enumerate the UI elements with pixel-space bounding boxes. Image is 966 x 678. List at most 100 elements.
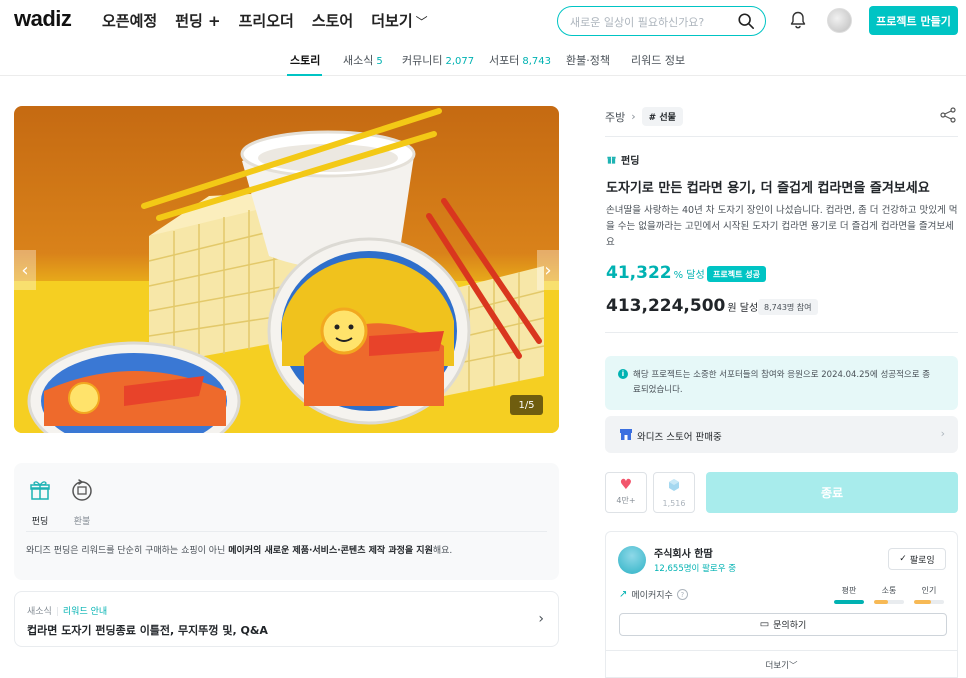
hero-next-button[interactable]: › [537,250,559,290]
news-category: 리워드 안내 [62,607,108,617]
tab-refund-policy[interactable]: 환불·정책 [566,52,610,68]
store-link[interactable]: 와디즈 스토어 판매중 › [605,416,958,453]
tab-news[interactable]: 새소식 5 [343,52,383,68]
inquiry-label: 문의하기 [773,621,807,631]
funding-desc-prefix: 와디즈 펀딩은 리워드를 단순히 구매하는 쇼핑이 아닌 [26,546,229,556]
divider [605,136,958,137]
refund-info-item[interactable]: 환불 [62,478,102,527]
trend-up-icon: ↗ [619,589,628,600]
share-count: 1,516 [662,499,686,508]
store-text: 와디즈 스토어 판매중 [637,432,722,443]
tab-supporters-label: 서포터 [489,54,520,67]
maker-name[interactable]: 주식회사 한땀 [654,545,713,560]
project-description: 손녀딸을 사랑하는 40년 차 도자기 장인이 나섰습니다. 컵라면, 좀 더 … [606,205,958,248]
store-icon [620,429,632,440]
nav-item-preorder[interactable]: 프리오더 [239,10,294,31]
metric-communication: 소통 [874,585,904,604]
nav-more-label: 더보기 [371,12,413,30]
funding-desc-suffix: 해요. [432,546,453,556]
nav-item-open-upcoming[interactable]: 오픈예정 [102,10,157,31]
metric-reputation: 평판 [834,585,864,604]
following-button[interactable]: ✓ 팔로잉 [888,548,946,570]
info-divider [26,531,547,532]
percent-value: 41,322 [606,263,672,283]
refund-icon [72,479,92,501]
share-icon[interactable] [940,107,956,123]
nav-item-store[interactable]: 스토어 [312,10,353,31]
divider [605,332,958,333]
amount-value: 413,224,500 [606,296,726,316]
maker-index: ↗ 메이커지수 ? [619,588,688,601]
metric-fill [834,600,864,604]
tab-community-label: 커뮤니티 [402,54,443,67]
refund-info-label: 환불 [73,517,91,527]
news-tag: 새소식 [27,607,52,617]
metric-popularity: 인기 [914,585,944,604]
metric-fill [914,600,931,604]
like-button[interactable]: ♥ 4만+ [605,472,647,513]
metric-bar [914,600,944,604]
chat-icon: ▭ [759,619,770,630]
chevron-right-icon: › [538,611,544,627]
create-project-button[interactable]: 프로젝트 만들기 [869,6,958,35]
maker-avatar[interactable] [618,546,646,574]
project-hero-image[interactable]: ‹ › [14,106,559,433]
funding-description: 와디즈 펀딩은 리워드를 단순히 구매하는 쇼핑이 아닌 메이커의 새로운 제품… [26,543,452,556]
funding-info-item[interactable]: 펀딩 [20,478,60,527]
percent-unit: % 달성 [673,270,705,281]
bell-icon[interactable] [788,10,808,30]
share-box-icon [669,479,679,491]
gift-icon [30,481,50,500]
tab-community[interactable]: 커뮤니티 2,077 [402,52,474,68]
news-card[interactable]: 새소식 | 리워드 안내 컵라면 도자기 펀딩종료 이틀전, 무지뚜껑 및, Q&A… [14,591,559,647]
tab-community-count: 2,077 [445,56,475,67]
share-button[interactable]: 1,516 [653,472,695,513]
funding-desc-bold: 메이커의 새로운 제품·서비스·콘텐츠 제작 과정을 지원 [228,546,433,556]
search-box[interactable]: 새로운 일상이 필요하신가요? [557,6,766,36]
metric-label: 소통 [881,586,897,595]
maker-index-label: 메이커지수 [631,591,673,601]
chevron-down-icon: ﹀ [788,661,798,671]
metric-label: 평판 [841,586,857,595]
tab-supporters[interactable]: 서포터 8,743 [489,52,551,68]
tab-reward-info[interactable]: 리워드 정보 [631,52,685,68]
image-counter: 1/5 [510,395,543,415]
success-notice: i 해당 프로젝트는 소중한 서포터들의 참여와 응원으로 2024.04.25… [605,356,958,410]
more-label: 더보기 [765,661,789,671]
tab-story[interactable]: 스토리 [290,52,320,68]
hero-prev-button[interactable]: ‹ [14,250,36,290]
divider [606,650,957,651]
maker-followers: 12,655명이 팔로우 중 [654,564,737,574]
nav-item-funding[interactable]: 펀딩 + [175,10,220,31]
hero-illustration [14,108,559,433]
project-title: 도자기로 만든 컵라면 용기, 더 즐겁게 컵라면을 즐겨보세요 [606,181,930,196]
search-placeholder: 새로운 일상이 필요하신가요? [570,16,705,29]
breadcrumb-category[interactable]: 주방 [605,109,625,125]
funding-info-label: 펀딩 [31,517,49,527]
more-button[interactable]: 더보기﹀ [606,659,957,671]
inquiry-button[interactable]: ▭ 문의하기 [619,613,947,636]
funded-amount: 413,224,500 원 달성 [606,296,758,316]
news-tag-separator: | [55,607,59,617]
success-badge: 프로젝트 성공 [707,266,766,282]
heart-icon: ♥ [619,477,633,493]
ended-button[interactable]: 종료 [706,472,958,513]
amount-unit: 원 달성 [727,303,759,314]
nav-item-more[interactable]: 더보기 ﹀ [371,10,427,31]
info-icon: i [618,369,628,379]
supporters-badge: 8,743명 참여 [758,299,818,315]
chevron-right-icon: › [544,259,552,281]
breadcrumb-tag[interactable]: # 선물 [641,107,683,126]
news-title: 컵라면 도자기 펀딩종료 이틀전, 무지뚜껑 및, Q&A [27,624,268,637]
project-type-text: 펀딩 [621,156,640,167]
project-tabs: 스토리 새소식 5 커뮤니티 2,077 서포터 8,743 환불·정책 리워드 정보 [0,48,966,76]
wadiz-logo[interactable]: wadiz [14,6,72,32]
help-icon[interactable]: ? [676,589,688,600]
chevron-right-icon: › [940,427,945,440]
cup-lid-large [267,237,471,425]
search-icon[interactable] [737,12,755,30]
chevron-right-icon: › [631,110,636,123]
metric-label: 인기 [921,586,937,595]
chevron-left-icon: ‹ [21,259,29,281]
user-avatar[interactable] [827,8,852,33]
